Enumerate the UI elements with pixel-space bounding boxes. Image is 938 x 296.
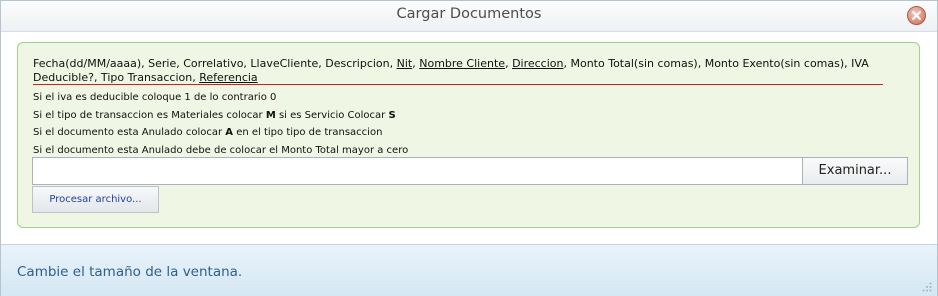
required-field-name: Referencia bbox=[199, 70, 258, 84]
format-text: , bbox=[505, 57, 513, 70]
materials-code: M bbox=[265, 110, 276, 121]
instruction-text: si es Servicio Colocar bbox=[275, 110, 389, 121]
close-button[interactable] bbox=[907, 6, 926, 25]
iva-instruction: Si el iva es deducible coloque 1 de lo c… bbox=[33, 92, 277, 103]
file-picker: Examinar... bbox=[32, 157, 909, 186]
file-path-input[interactable] bbox=[32, 157, 803, 185]
instruction-text: Si el tipo de transaccion es Materiales … bbox=[33, 110, 266, 121]
upload-dialog: Cargar Documentos Fecha(dd/MM/aaaa), Ser… bbox=[0, 0, 938, 296]
service-code: S bbox=[388, 110, 396, 121]
window-title: Cargar Documentos bbox=[396, 6, 542, 22]
process-file-button[interactable]: Procesar archivo... bbox=[32, 186, 159, 213]
close-icon bbox=[912, 11, 921, 20]
file-format-description: Fecha(dd/MM/aaaa), Serie, Correlativo, L… bbox=[33, 57, 883, 85]
instruction-text: Si el documento esta Anulado colocar bbox=[33, 127, 226, 138]
dialog-content: Fecha(dd/MM/aaaa), Serie, Correlativo, L… bbox=[1, 32, 937, 244]
status-footer: Cambie el tamaño de la ventana. bbox=[1, 244, 937, 296]
required-field-name: Nit bbox=[396, 57, 413, 70]
annulled-code: A bbox=[225, 127, 234, 138]
required-field-name: Nombre Cliente bbox=[419, 57, 506, 70]
transaction-type-instruction: Si el tipo de transaccion es Materiales … bbox=[33, 110, 396, 121]
annulled-amount-instruction: Si el documento esta Anulado debe de col… bbox=[33, 145, 409, 156]
resize-hint: Cambie el tamaño de la ventana. bbox=[17, 264, 243, 280]
title-bar: Cargar Documentos bbox=[1, 1, 937, 32]
instruction-text: en el tipo tipo de transaccion bbox=[233, 127, 383, 138]
required-field-name: Direccion bbox=[512, 57, 564, 70]
format-text: Fecha(dd/MM/aaaa), Serie, Correlativo, L… bbox=[33, 57, 397, 70]
instructions-panel: Fecha(dd/MM/aaaa), Serie, Correlativo, L… bbox=[17, 42, 920, 228]
browse-button[interactable]: Examinar... bbox=[802, 157, 908, 185]
resize-grip-icon[interactable] bbox=[922, 282, 932, 292]
annulled-type-instruction: Si el documento esta Anulado colocar A e… bbox=[33, 127, 382, 138]
